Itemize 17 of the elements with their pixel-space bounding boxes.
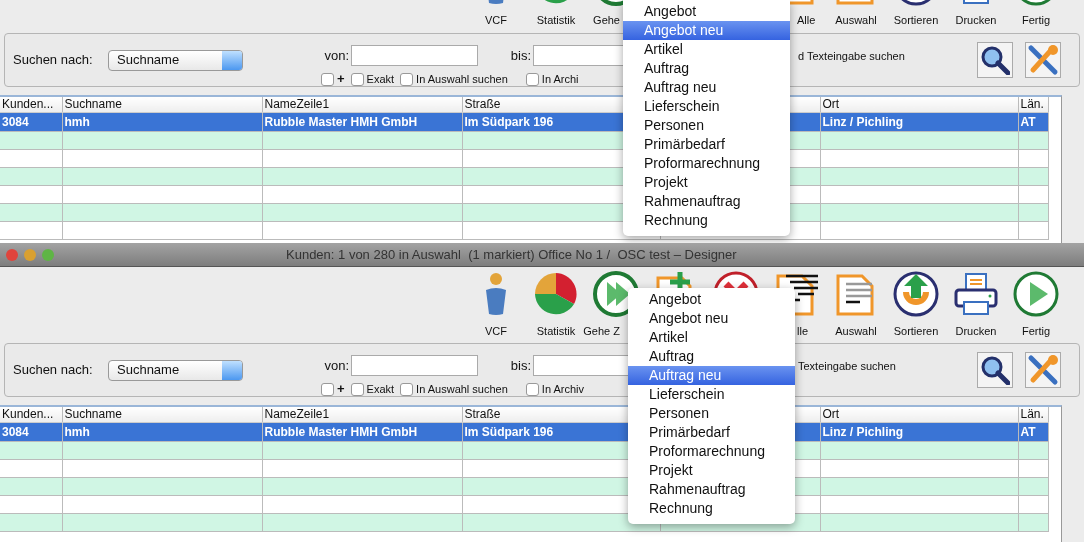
search-label: Suchen nach: [13, 362, 93, 378]
from-label: von: [324, 357, 349, 375]
from-label: von: [324, 47, 349, 65]
to-label: bis: [510, 47, 531, 65]
window-title: Kunden: 1 von 280 in Auswahl (1 markiert) Office No 1 / OSC test – Designer [286, 245, 737, 264]
to-label: bis: [510, 357, 531, 375]
checkbox-label: In Auswahl suchen [416, 381, 508, 397]
checkbox-label: Texteingabe suchen [798, 358, 896, 374]
checkbox-label: In Auswahl suchen [416, 71, 508, 87]
checkbox-label: In Archi [541, 71, 579, 87]
checkbox-label: + [337, 380, 345, 399]
checkbox-label: Exakt [366, 71, 395, 87]
checkbox-label: d Texteingabe suchen [798, 48, 905, 64]
search-label: Suchen nach: [13, 52, 93, 68]
checkbox-label: Exakt [366, 381, 395, 397]
checkbox-label: + [337, 70, 345, 89]
checkbox-label: In Archiv [541, 381, 585, 397]
